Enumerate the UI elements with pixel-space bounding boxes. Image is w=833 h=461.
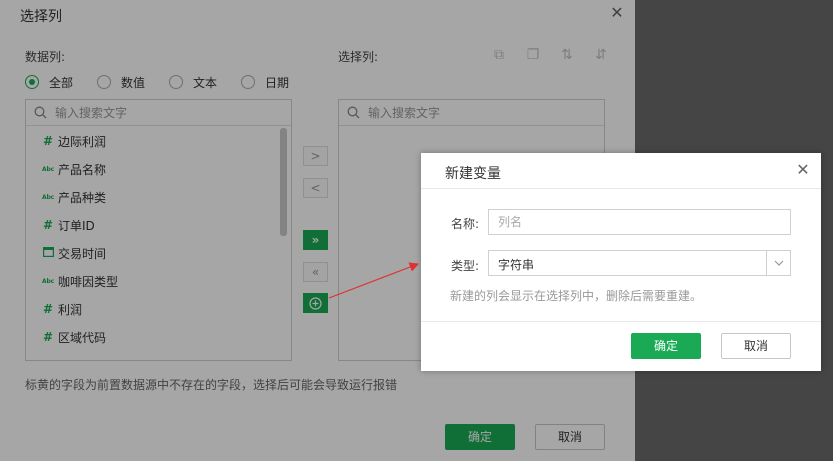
type-label: 类型:	[451, 259, 480, 273]
new-variable-dialog: 新建变量 ✕ 名称: 类型: 字符串 新建的列会显示在选择列中，删除后需要重建。…	[421, 153, 821, 371]
name-input[interactable]	[489, 210, 790, 234]
divider	[421, 321, 821, 322]
confirm-button[interactable]: 确定	[631, 333, 701, 359]
type-select[interactable]: 字符串	[488, 250, 791, 276]
chevron-down-icon[interactable]	[766, 251, 790, 275]
dialog-title: 新建变量	[445, 166, 501, 182]
name-field[interactable]	[488, 209, 791, 235]
divider	[421, 188, 821, 189]
cancel-button[interactable]: 取消	[721, 333, 791, 359]
type-note: 新建的列会显示在选择列中，删除后需要重建。	[450, 289, 703, 303]
close-icon[interactable]: ✕	[795, 162, 811, 178]
name-label: 名称:	[451, 217, 480, 231]
type-select-value: 字符串	[498, 258, 535, 272]
